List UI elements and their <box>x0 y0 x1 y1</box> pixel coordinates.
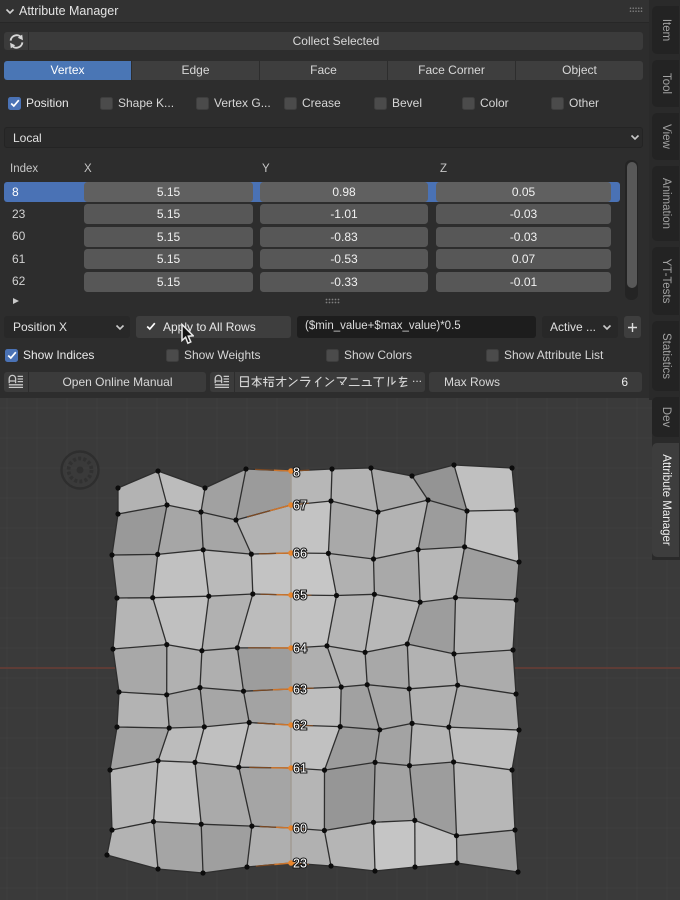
svg-text:62: 62 <box>293 719 307 733</box>
svg-text:23: 23 <box>293 857 307 871</box>
svg-text:8: 8 <box>293 466 300 480</box>
svg-text:67: 67 <box>293 499 307 513</box>
svg-text:63: 63 <box>293 683 307 697</box>
svg-text:64: 64 <box>293 642 307 656</box>
svg-text:65: 65 <box>293 589 307 603</box>
svg-text:61: 61 <box>293 762 307 776</box>
svg-text:60: 60 <box>293 822 307 836</box>
svg-text:66: 66 <box>293 547 307 561</box>
